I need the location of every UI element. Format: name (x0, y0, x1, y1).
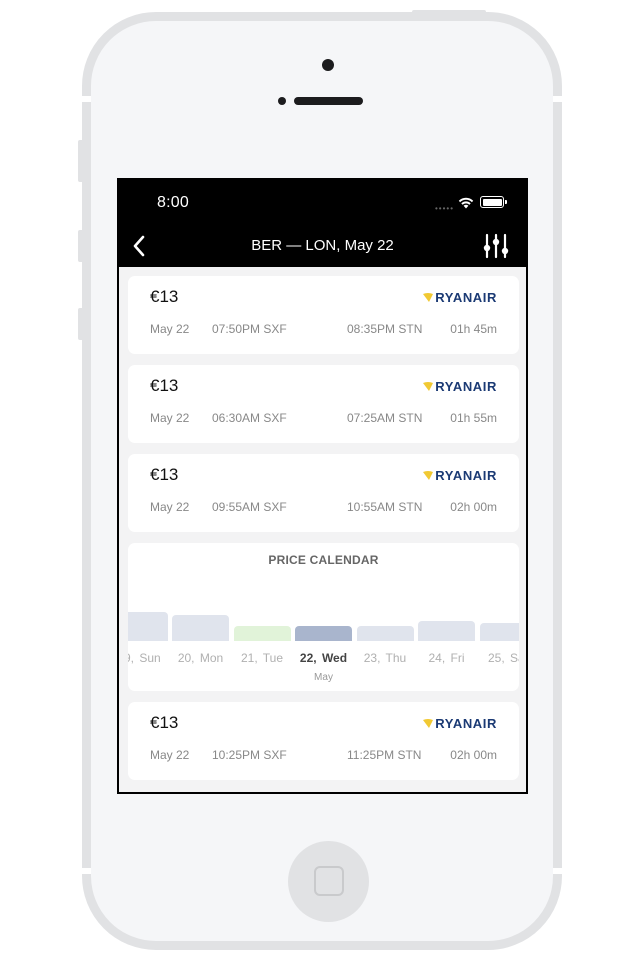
price-bar-cheapest[interactable] (233, 626, 291, 641)
departure-time: 10:25PM SXF (212, 748, 287, 762)
front-camera (322, 59, 334, 71)
departure-time: 07:50PM SXF (212, 322, 287, 336)
ryanair-harp-icon (423, 382, 434, 391)
price-calendar-month: May (314, 672, 333, 683)
flight-date: May 22 (150, 411, 190, 425)
flight-results-list: €13 RYANAIR May 22 07:50PM SXF 08:35PM S… (119, 267, 526, 792)
day-label[interactable]: 19, Sun (128, 651, 171, 665)
flight-duration: 01h 55m (450, 411, 497, 425)
ryanair-harp-icon (423, 719, 434, 728)
day-label[interactable]: 21, Tue (230, 651, 294, 665)
airline-name: RYANAIR (435, 716, 497, 731)
airline-logo: RYANAIR (423, 716, 497, 731)
app-screen: 8:00 ••••• BER — LON, May 22 €13 RYANAIR… (117, 178, 528, 794)
arrival-time: 11:25PM STN (347, 748, 422, 762)
price-bar-normal[interactable] (479, 623, 519, 641)
ryanair-harp-icon (423, 293, 434, 302)
earpiece-speaker (294, 97, 363, 105)
flight-price: €13 (150, 713, 179, 732)
day-label[interactable]: 22, Wed (292, 651, 356, 665)
page-title: BER — LON, May 22 (251, 237, 394, 254)
price-bar-normal[interactable] (128, 612, 168, 641)
frame-antenna-line (82, 96, 91, 102)
flight-date: May 22 (150, 322, 190, 336)
flight-duration: 02h 00m (450, 748, 497, 762)
flight-duration: 02h 00m (450, 500, 497, 514)
flight-price: €13 (150, 465, 179, 484)
day-label[interactable]: 23, Thu (353, 651, 417, 665)
arrival-time: 08:35PM STN (347, 322, 423, 336)
arrival-time: 07:25AM STN (347, 411, 423, 425)
day-label[interactable]: 25, Sat (476, 651, 519, 665)
price-calendar-title: PRICE CALENDAR (268, 553, 379, 567)
flight-duration: 01h 45m (450, 322, 497, 336)
proximity-sensor (278, 97, 286, 105)
flight-date: May 22 (150, 748, 190, 762)
airline-logo: RYANAIR (423, 379, 497, 394)
flight-date: May 22 (150, 500, 190, 514)
price-bar-normal[interactable] (418, 621, 475, 641)
home-button[interactable] (288, 841, 369, 922)
arrival-time: 10:55AM STN (347, 500, 423, 514)
departure-time: 09:55AM SXF (212, 500, 287, 514)
airline-name: RYANAIR (435, 379, 497, 394)
airline-name: RYANAIR (435, 468, 497, 483)
flight-card[interactable]: €13 RYANAIR May 22 06:30AM SXF 07:25AM S… (128, 365, 519, 443)
day-label[interactable]: 20, Mon (169, 651, 233, 665)
ryanair-harp-icon (423, 471, 434, 480)
frame-antenna-line (553, 868, 562, 874)
frame-antenna-line (82, 868, 91, 874)
airline-logo: RYANAIR (423, 290, 497, 305)
price-calendar: 19, Sun20, Mon21, Tue22, Wed23, Thu24, F… (128, 543, 519, 691)
battery-level (482, 198, 502, 206)
airline-logo: RYANAIR (423, 468, 497, 483)
day-label[interactable]: 24, Fri (415, 651, 479, 665)
price-bar-selected[interactable] (295, 626, 352, 641)
home-square-icon (314, 866, 344, 896)
filter-sliders-button[interactable] (482, 232, 510, 260)
flight-price: €13 (150, 376, 179, 395)
flight-card[interactable]: €13 RYANAIR May 22 09:55AM SXF 10:55AM S… (128, 454, 519, 532)
signal-icon: ••••• (435, 204, 455, 213)
price-bar-normal[interactable] (356, 626, 414, 641)
wifi-icon (458, 197, 474, 209)
airline-name: RYANAIR (435, 290, 497, 305)
flight-card[interactable]: €13 RYANAIR May 22 07:50PM SXF 08:35PM S… (128, 276, 519, 354)
flight-price: €13 (150, 287, 179, 306)
price-bar-normal[interactable] (172, 615, 229, 641)
frame-antenna-line (553, 96, 562, 102)
battery-tip (505, 200, 507, 204)
battery-icon (480, 196, 504, 208)
top-bar: 8:00 ••••• BER — LON, May 22 (119, 180, 526, 267)
status-time: 8:00 (157, 194, 189, 211)
flight-card[interactable]: €13 RYANAIR May 22 10:25PM SXF 11:25PM S… (128, 702, 519, 780)
departure-time: 06:30AM SXF (212, 411, 287, 425)
